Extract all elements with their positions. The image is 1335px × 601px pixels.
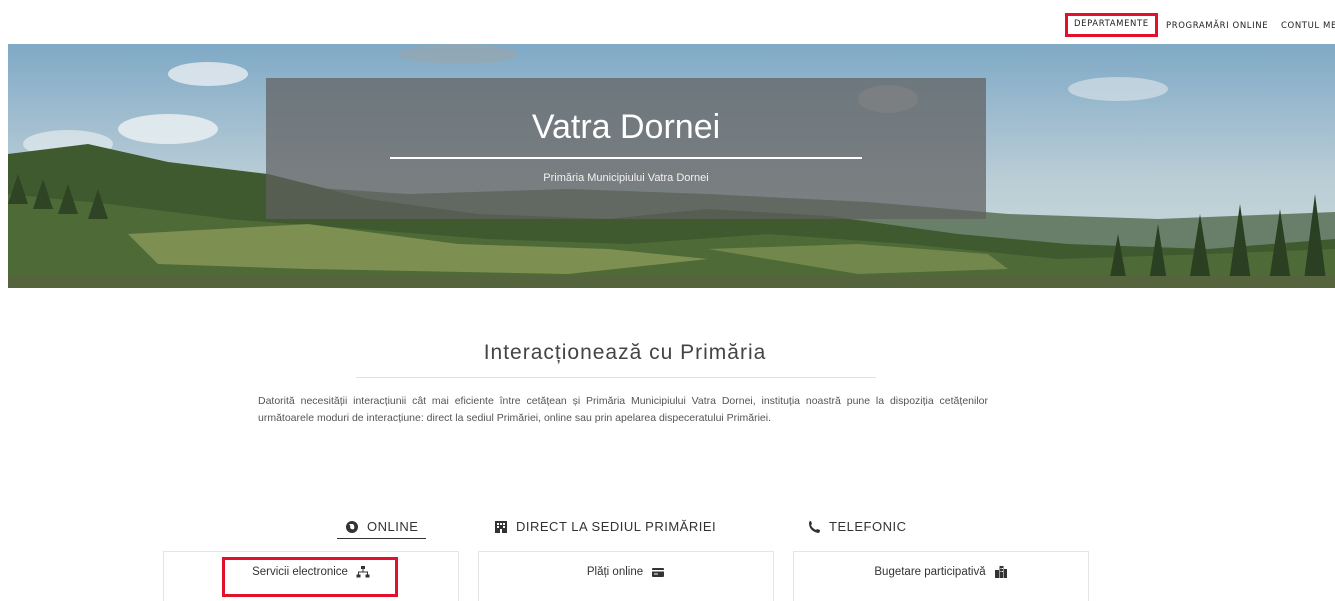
sitemap-icon [356, 566, 370, 578]
section-description: Datorită necesității interacțiunii cât m… [258, 395, 988, 424]
nav-item-programari-online[interactable]: PROGRAMĂRI ONLINE [1166, 15, 1268, 37]
tab-label: ONLINE [367, 518, 419, 534]
section-title: Interacționează cu Primăria [483, 341, 767, 364]
tab-online[interactable]: ONLINE [337, 515, 427, 539]
card-label: Plăți online [586, 566, 644, 578]
building-group-icon [994, 566, 1007, 578]
hero-overlay-panel: Vatra Dornei Primăria Municipiului Vatra… [266, 78, 986, 219]
card-label: Servicii electronice [252, 566, 348, 578]
card-plati-online[interactable]: Plăți online [478, 551, 774, 601]
tab-direct-la-sediul-primariei[interactable]: DIRECT LA SEDIUL PRIMĂRIEI [494, 515, 716, 539]
top-navigation: DEPARTAMENTE PROGRAMĂRI ONLINE CONTUL ME… [0, 0, 1335, 44]
hero-subtitle: Primăria Municipiului Vatra Dornei [543, 172, 709, 184]
hero-title: Vatra Dornei [531, 108, 721, 146]
section-divider [356, 377, 876, 378]
hero-banner: Vatra Dornei Primăria Municipiului Vatra… [8, 44, 1335, 288]
nav-item-contul-meu[interactable]: CONTUL MEU [1281, 15, 1335, 37]
tab-label: TELEFONIC [829, 519, 907, 534]
tab-telefonic[interactable]: TELEFONIC [807, 515, 906, 539]
building-icon [495, 521, 507, 533]
tab-label: DIRECT LA SEDIUL PRIMĂRIEI [516, 519, 717, 534]
card-label: Bugetare participativă [874, 566, 986, 578]
nav-item-departamente[interactable]: DEPARTAMENTE [1065, 13, 1158, 37]
hero-divider [390, 157, 862, 159]
card-bugetare-participativa[interactable]: Bugetare participativă [793, 551, 1089, 601]
phone-icon [809, 521, 820, 533]
credit-card-icon [652, 568, 665, 577]
globe-icon [346, 520, 358, 533]
card-servicii-electronice[interactable]: Servicii electronice [163, 551, 459, 601]
